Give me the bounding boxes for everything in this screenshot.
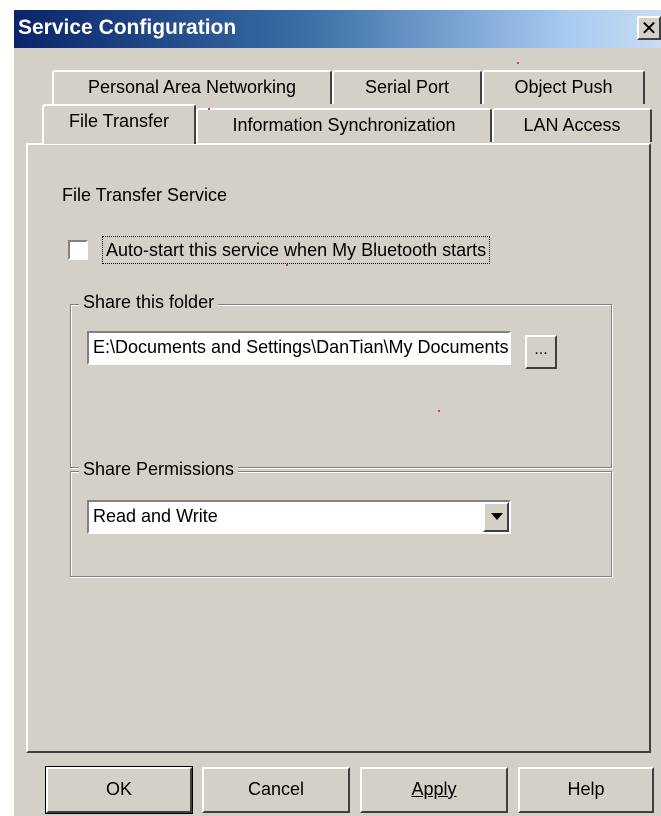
artifact-dot xyxy=(208,108,210,110)
share-folder-legend: Share this folder xyxy=(79,292,219,313)
ok-button[interactable]: OK xyxy=(45,766,193,814)
folder-path-field[interactable]: E:\Documents and Settings\DanTian\My Doc… xyxy=(87,331,511,365)
close-icon: ✕ xyxy=(640,16,658,40)
share-folder-group: Share this folder E:\Documents and Setti… xyxy=(70,292,612,468)
window-title: Service Configuration xyxy=(18,16,237,39)
service-heading: File Transfer Service xyxy=(62,185,228,205)
share-permissions-legend: Share Permissions xyxy=(79,459,239,480)
title-bar[interactable]: Service Configuration ✕ xyxy=(14,10,661,48)
close-button[interactable]: ✕ xyxy=(637,16,661,40)
cancel-button[interactable]: Cancel xyxy=(202,767,350,813)
tab-object-push[interactable]: Object Push xyxy=(482,70,645,104)
tab-file-transfer[interactable]: File Transfer xyxy=(42,104,196,144)
tab-label: File Transfer xyxy=(68,111,170,131)
share-permissions-group: Share Permissions Read and Write xyxy=(70,459,612,577)
artifact-dot xyxy=(517,62,519,64)
chevron-down-icon[interactable] xyxy=(483,502,509,532)
permissions-select[interactable]: Read and Write xyxy=(87,500,511,534)
service-configuration-window: Service Configuration ✕ Personal Area Ne… xyxy=(12,8,661,816)
browse-button[interactable]: ... xyxy=(525,335,557,369)
apply-button[interactable]: Apply xyxy=(360,767,508,813)
tab-lan-access[interactable]: LAN Access xyxy=(492,108,652,142)
autostart-label[interactable]: Auto-start this service when My Bluetoot… xyxy=(102,236,491,264)
tab-label: Personal Area Networking xyxy=(87,77,297,97)
help-button[interactable]: Help xyxy=(518,767,654,813)
autostart-checkbox[interactable] xyxy=(68,240,88,260)
tab-panel-file-transfer: File Transfer Service Auto-start this se… xyxy=(26,143,651,753)
tab-personal-area-networking[interactable]: Personal Area Networking xyxy=(52,70,332,104)
tab-serial-port[interactable]: Serial Port xyxy=(332,70,482,104)
tab-label: Information Synchronization xyxy=(232,115,456,135)
artifact-dot xyxy=(286,264,288,266)
tab-label: Object Push xyxy=(514,77,613,97)
tab-label: Serial Port xyxy=(364,77,450,97)
tab-label: LAN Access xyxy=(523,115,621,135)
tab-information-synchronization[interactable]: Information Synchronization xyxy=(196,108,492,142)
artifact-dot xyxy=(438,410,440,412)
permissions-selected-value: Read and Write xyxy=(93,506,218,526)
